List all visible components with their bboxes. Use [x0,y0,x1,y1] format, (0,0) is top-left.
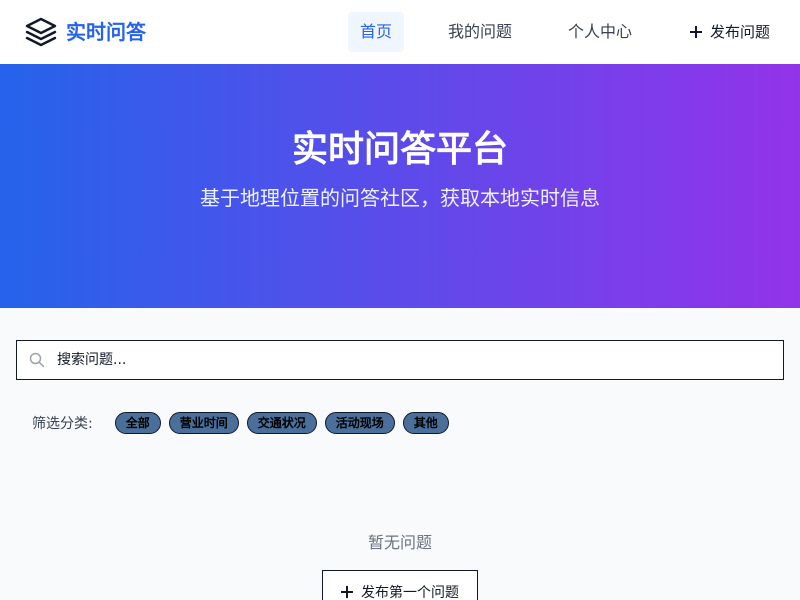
post-first-question-label: 发布第一个问题 [361,585,459,600]
plus-icon [690,26,703,38]
layers-icon [25,17,57,47]
filter-chip-events[interactable]: 活动现场 [324,412,395,434]
nav-profile[interactable]: 个人中心 [556,12,644,52]
category-filter: 筛选分类: 全部 营业时间 交通状况 活动现场 其他 [32,412,457,434]
hero-subtitle: 基于地理位置的问答社区，获取本地实时信息 [200,186,600,210]
search-bar[interactable] [16,340,784,380]
main-nav: 首页 我的问题 个人中心 发布问题 [348,12,782,52]
post-first-question-button[interactable]: 发布第一个问题 [322,570,478,600]
nav-home[interactable]: 首页 [348,12,404,52]
hero-title: 实时问答平台 [291,129,508,170]
plus-icon [341,586,353,598]
hero-banner: 实时问答平台 基于地理位置的问答社区，获取本地实时信息 [0,64,800,308]
post-question-button[interactable]: 发布问题 [678,12,782,52]
brand-logo[interactable]: 实时问答 [24,16,146,48]
filter-chip-business-hours[interactable]: 营业时间 [168,412,239,434]
search-icon [29,352,45,368]
empty-state-message: 暂无问题 [367,533,432,552]
filter-label: 筛选分类: [32,416,93,432]
filter-chip-traffic[interactable]: 交通状况 [246,412,317,434]
search-input[interactable] [57,341,777,379]
nav-my-questions[interactable]: 我的问题 [436,12,524,52]
post-question-label: 发布问题 [710,23,771,41]
top-navbar: 实时问答 首页 我的问题 个人中心 发布问题 [0,0,800,64]
brand-name: 实时问答 [66,20,146,44]
filter-chip-all[interactable]: 全部 [114,412,161,434]
filter-chip-other[interactable]: 其他 [402,412,449,434]
